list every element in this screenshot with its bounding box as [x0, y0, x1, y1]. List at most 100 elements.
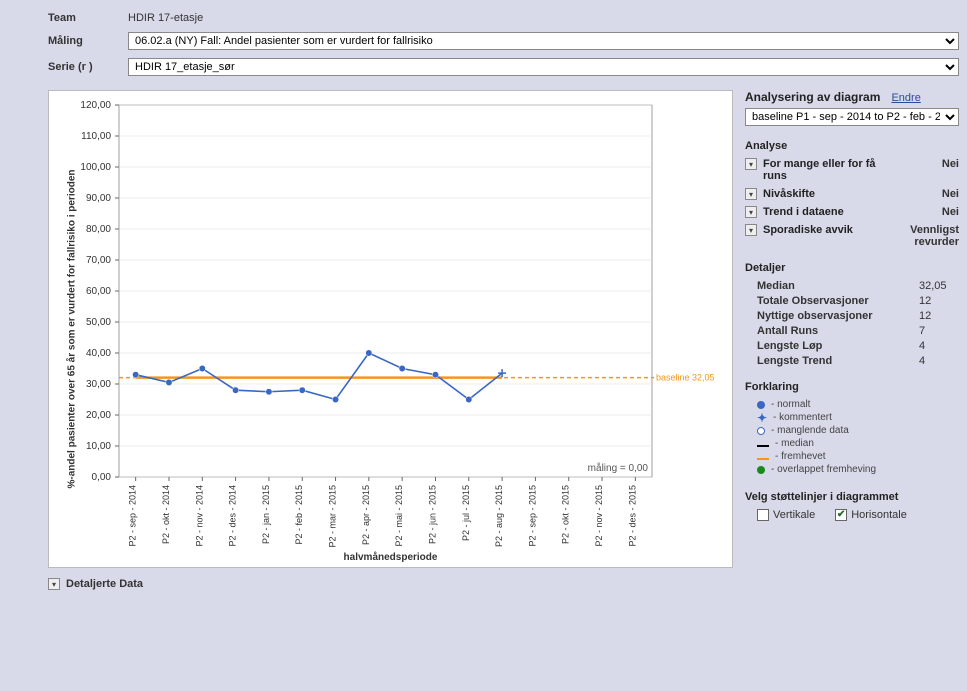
chevron-down-icon: ▾ — [48, 578, 60, 590]
analyse-value: Vennligst revurder — [903, 224, 959, 248]
analyse-row[interactable]: ▾ For mange eller for få runs Nei — [745, 158, 959, 182]
legend-item-median: - median — [757, 438, 959, 449]
detail-row: Lengste Trend4 — [757, 355, 959, 367]
legend-normalt-icon — [757, 401, 765, 409]
vertical-option[interactable]: Vertikale — [757, 509, 815, 521]
legend-manglende-icon — [757, 427, 765, 435]
analysis-panel: Analysering av diagram Endre baseline P1… — [741, 90, 959, 568]
detail-label: Lengste Løp — [757, 340, 919, 352]
analyse-label: Trend i dataene — [763, 206, 897, 218]
legend-item-normalt: - normalt — [757, 399, 959, 410]
legend-text: - manglende data — [771, 425, 849, 436]
team-label: Team — [48, 12, 118, 24]
analyse-value: Nei — [903, 158, 959, 170]
analyse-label: Sporadiske avvik — [763, 224, 897, 236]
legend-item-kommentert: ✦- kommentert — [757, 412, 959, 423]
detail-value: 4 — [919, 340, 959, 352]
maling-row: Måling 06.02.a (NY) Fall: Andel pasiente… — [8, 28, 959, 54]
edit-link[interactable]: Endre — [891, 92, 920, 104]
horizontal-option[interactable]: ✔ Horisontale — [835, 509, 907, 521]
svg-text:P2 - okt - 2014: P2 - okt - 2014 — [161, 485, 171, 544]
svg-text:80,00: 80,00 — [86, 224, 111, 235]
svg-text:P2 - nov - 2014: P2 - nov - 2014 — [194, 485, 204, 547]
analyse-row[interactable]: ▾ Sporadiske avvik Vennligst revurder — [745, 224, 959, 248]
svg-text:P2 - mar - 2015: P2 - mar - 2015 — [328, 485, 338, 548]
x-axis-title: halvmånedsperiode — [344, 552, 438, 563]
chevron-down-icon: ▾ — [745, 206, 757, 218]
analyse-head: Analyse — [745, 140, 959, 152]
legend-text: - normalt — [771, 399, 810, 410]
detail-label: Nyttige observasjoner — [757, 310, 919, 322]
legend-text: - fremhevet — [775, 451, 826, 462]
detail-label: Antall Runs — [757, 325, 919, 337]
detailed-data-toggle[interactable]: ▾ Detaljerte Data — [48, 578, 959, 590]
chevron-down-icon: ▾ — [745, 158, 757, 170]
svg-text:P2 - okt - 2015: P2 - okt - 2015 — [561, 485, 571, 544]
analyse-value: Nei — [903, 188, 959, 200]
detail-row: Lengste Løp4 — [757, 340, 959, 352]
svg-text:P2 - jul - 2015: P2 - jul - 2015 — [461, 485, 471, 541]
svg-text:70,00: 70,00 — [86, 255, 111, 266]
svg-text:110,00: 110,00 — [81, 131, 111, 142]
run-chart: 0,0010,0020,0030,0040,0050,0060,0070,008… — [49, 91, 732, 567]
detail-value: 7 — [919, 325, 959, 337]
detail-value: 4 — [919, 355, 959, 367]
svg-text:P2 - sep - 2015: P2 - sep - 2015 — [527, 485, 537, 547]
y-axis-title: %-andel pasienter over 65 år som er vurd… — [67, 170, 78, 489]
svg-text:60,00: 60,00 — [86, 286, 111, 297]
checkbox-checked-icon: ✔ — [835, 509, 847, 521]
analysis-title: Analysering av diagram — [745, 90, 880, 104]
serie-select[interactable]: HDIR 17_etasje_sør — [128, 58, 959, 76]
svg-text:P2 - mai - 2015: P2 - mai - 2015 — [394, 485, 404, 547]
svg-text:P2 - aug - 2015: P2 - aug - 2015 — [494, 485, 504, 547]
svg-text:P2 - nov - 2015: P2 - nov - 2015 — [594, 485, 604, 547]
legend-text: - overlappet fremheving — [771, 464, 876, 475]
analyse-value: Nei — [903, 206, 959, 218]
chevron-down-icon: ▾ — [745, 224, 757, 236]
svg-text:P2 - jun - 2015: P2 - jun - 2015 — [427, 485, 437, 544]
baseline-select[interactable]: baseline P1 - sep - 2014 to P2 - feb - 2… — [745, 108, 959, 126]
app-root: Team HDIR 17-etasje Måling 06.02.a (NY) … — [8, 8, 959, 590]
legend-fremhevet-icon — [757, 458, 769, 460]
detail-row: Totale Observasjoner12 — [757, 295, 959, 307]
legend-item-fremhevet: - fremhevet — [757, 451, 959, 462]
legend-kommentert-icon: ✦ — [757, 413, 767, 423]
detail-value: 12 — [919, 295, 959, 307]
svg-text:120,00: 120,00 — [80, 100, 111, 111]
svg-text:P2 - des - 2014: P2 - des - 2014 — [228, 485, 238, 547]
detail-label: Median — [757, 280, 919, 292]
svg-text:P2 - apr - 2015: P2 - apr - 2015 — [361, 485, 371, 545]
svg-text:30,00: 30,00 — [86, 379, 111, 390]
svg-text:0,00: 0,00 — [92, 472, 112, 483]
analyse-row[interactable]: ▾NivåskifteNei — [745, 188, 959, 200]
analyse-row[interactable]: ▾ Trend i dataene Nei — [745, 206, 959, 218]
maling-label: Måling — [48, 35, 118, 47]
chart-panel: %-andel pasienter over 65 år som er vurd… — [48, 90, 733, 568]
svg-text:50,00: 50,00 — [86, 317, 111, 328]
svg-text:måling = 0,00: måling = 0,00 — [588, 462, 649, 474]
svg-text:P2 - feb - 2015: P2 - feb - 2015 — [294, 485, 304, 545]
serie-label: Serie (r ) — [48, 61, 118, 73]
legend-head: Forklaring — [745, 381, 959, 393]
legend-item-overlappet: - overlappet fremheving — [757, 464, 959, 475]
detail-row: Median32,05 — [757, 280, 959, 292]
svg-text:P2 - jan - 2015: P2 - jan - 2015 — [261, 485, 271, 544]
support-head: Velg støttelinjer i diagrammet — [745, 491, 959, 503]
svg-text:100,00: 100,00 — [80, 162, 111, 173]
svg-text:90,00: 90,00 — [86, 193, 111, 204]
analyse-label: For mange eller for få runs — [763, 158, 897, 182]
details-head: Detaljer — [745, 262, 959, 274]
detail-label: Lengste Trend — [757, 355, 919, 367]
svg-text:40,00: 40,00 — [86, 348, 111, 359]
maling-select[interactable]: 06.02.a (NY) Fall: Andel pasienter som e… — [128, 32, 959, 50]
legend-overlappet-icon — [757, 466, 765, 474]
serie-row: Serie (r ) HDIR 17_etasje_sør — [8, 54, 959, 80]
detail-row: Nyttige observasjoner12 — [757, 310, 959, 322]
main-area: %-andel pasienter over 65 år som er vurd… — [8, 90, 959, 568]
legend-item-manglende: - manglende data — [757, 425, 959, 436]
team-row: Team HDIR 17-etasje — [8, 8, 959, 28]
svg-text:baseline 32,05: baseline 32,05 — [656, 373, 715, 383]
detail-row: Antall Runs7 — [757, 325, 959, 337]
detail-label: Totale Observasjoner — [757, 295, 919, 307]
svg-text:P2 - des - 2015: P2 - des - 2015 — [627, 485, 637, 547]
